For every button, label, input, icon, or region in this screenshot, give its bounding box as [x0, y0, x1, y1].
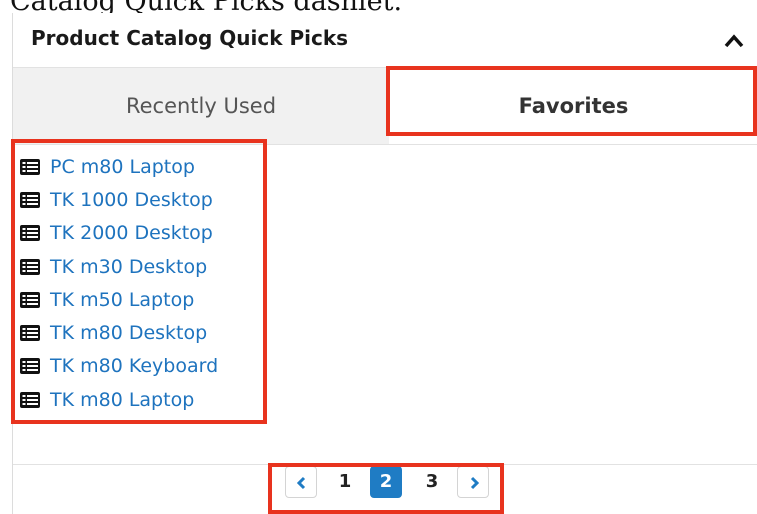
- list-item[interactable]: TK m80 Laptop: [19, 383, 264, 416]
- product-link[interactable]: TK 1000 Desktop: [50, 189, 213, 211]
- product-list-icon: [20, 191, 40, 208]
- list-item[interactable]: PC m80 Laptop: [19, 150, 264, 183]
- chevron-left-icon: [297, 476, 306, 490]
- product-link[interactable]: TK m30 Desktop: [50, 256, 207, 278]
- tab-bar: Recently Used Favorites: [13, 68, 757, 145]
- list-item[interactable]: TK m50 Laptop: [19, 283, 264, 316]
- product-list-icon: [20, 391, 40, 408]
- favorites-product-list: PC m80 Laptop TK 1000 Desktop TK 2000 De…: [19, 150, 264, 416]
- product-link[interactable]: TK m50 Laptop: [50, 289, 194, 311]
- dashlet-title: Product Catalog Quick Picks: [31, 26, 349, 50]
- list-item[interactable]: TK m30 Desktop: [19, 250, 264, 283]
- chevron-right-icon: [470, 476, 479, 490]
- page-button-3[interactable]: 3: [416, 466, 448, 498]
- product-list-icon: [20, 225, 40, 242]
- product-list-icon: [20, 325, 40, 342]
- product-list-icon: [20, 358, 40, 375]
- page-button-1[interactable]: 1: [329, 466, 361, 498]
- product-link[interactable]: TK m80 Desktop: [50, 322, 207, 344]
- tab-recently-used[interactable]: Recently Used: [13, 68, 389, 144]
- list-item[interactable]: TK 2000 Desktop: [19, 217, 264, 250]
- product-link[interactable]: PC m80 Laptop: [50, 156, 195, 178]
- product-list-icon: [20, 258, 40, 275]
- list-item[interactable]: TK m80 Keyboard: [19, 350, 264, 383]
- list-item[interactable]: TK m80 Desktop: [19, 316, 264, 349]
- product-list-icon: [20, 291, 40, 308]
- page-button-2[interactable]: 2: [370, 466, 402, 498]
- product-list-icon: [20, 158, 40, 175]
- prev-page-button[interactable]: [285, 466, 317, 498]
- list-item[interactable]: TK 1000 Desktop: [19, 183, 264, 216]
- next-page-button[interactable]: [457, 466, 489, 498]
- product-link[interactable]: TK m80 Laptop: [50, 389, 194, 411]
- quick-picks-dashlet: Product Catalog Quick Picks Recently Use…: [12, 13, 757, 514]
- chevron-up-icon[interactable]: [723, 32, 745, 50]
- product-link[interactable]: TK 2000 Desktop: [50, 222, 213, 244]
- tab-favorites[interactable]: Favorites: [389, 68, 757, 144]
- product-link[interactable]: TK m80 Keyboard: [50, 355, 218, 377]
- dashlet-header: Product Catalog Quick Picks: [13, 13, 757, 68]
